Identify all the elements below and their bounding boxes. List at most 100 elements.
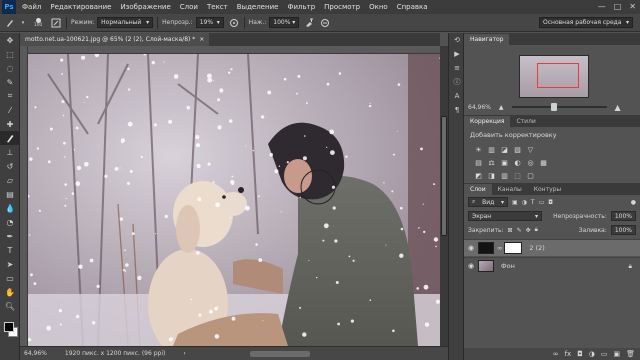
layer-opacity-field[interactable]: 100% <box>610 211 636 221</box>
black-white-icon[interactable]: ▣ <box>500 158 509 167</box>
opacity-field[interactable]: 19% ▾ <box>195 17 224 28</box>
layer-row[interactable]: ◉ Фон 🔒︎ <box>464 257 640 274</box>
tab-channels[interactable]: Каналы <box>492 184 528 195</box>
lock-pixels-icon[interactable]: ✎ <box>517 227 522 234</box>
new-group-icon[interactable]: ▭ <box>601 350 608 358</box>
lock-transparent-icon[interactable]: ⊠ <box>508 227 513 234</box>
filter-adjustment-icon[interactable]: ◑ <box>522 199 527 206</box>
menu-layers[interactable]: Слои <box>180 3 198 11</box>
brush-tool-preset-icon[interactable] <box>4 17 16 29</box>
blur-tool-icon[interactable]: 💧 <box>0 201 20 215</box>
curves-icon[interactable]: ◪ <box>500 145 509 154</box>
zoom-out-icon[interactable]: ▲ <box>499 104 504 111</box>
exposure-icon[interactable]: ▧ <box>513 145 522 154</box>
menu-help[interactable]: Справка <box>397 3 428 11</box>
invert-icon[interactable]: ◩ <box>474 171 483 180</box>
close-window-button[interactable]: ✕ <box>629 2 636 11</box>
document-canvas[interactable] <box>28 54 440 346</box>
quick-select-tool-icon[interactable]: ✎ <box>0 75 20 89</box>
color-lookup-icon[interactable]: ▦ <box>539 158 548 167</box>
eyedropper-tool-icon[interactable]: ⁄ <box>0 103 20 117</box>
visibility-eye-icon[interactable]: ◉ <box>464 244 478 252</box>
filter-pixel-icon[interactable]: ▣ <box>512 199 518 206</box>
new-layer-icon[interactable]: ▣ <box>613 350 620 358</box>
photo-filter-icon[interactable]: ◐ <box>513 158 522 167</box>
menu-select[interactable]: Выделение <box>237 3 279 11</box>
menu-file[interactable]: Файл <box>22 3 41 11</box>
add-mask-icon[interactable]: ◘ <box>577 350 583 358</box>
hand-tool-icon[interactable]: ✋ <box>0 285 20 299</box>
history-brush-tool-icon[interactable]: ↺ <box>0 159 20 173</box>
navigator-thumbnail[interactable] <box>519 55 589 98</box>
healing-brush-tool-icon[interactable]: ✚ <box>0 117 20 131</box>
lock-all-icon[interactable]: 🔒︎ <box>535 226 538 234</box>
shape-tool-icon[interactable]: ▭ <box>0 271 20 285</box>
dodge-tool-icon[interactable]: ◔ <box>0 215 20 229</box>
actions-panel-icon[interactable]: ▶ <box>449 47 465 61</box>
menu-image[interactable]: Изображение <box>120 3 170 11</box>
crop-tool-icon[interactable]: ⌗ <box>0 89 20 103</box>
navigator-view-box[interactable] <box>537 63 579 88</box>
minimize-button[interactable]: — <box>598 2 606 11</box>
menu-edit[interactable]: Редактирование <box>50 3 111 11</box>
layer-mask-thumbnail[interactable] <box>504 242 523 254</box>
document-tab[interactable]: motto.net.ua-100621.jpg @ 65% (2 (2), Сл… <box>20 33 210 46</box>
airbrush-icon[interactable] <box>303 17 315 29</box>
close-tab-icon[interactable]: × <box>199 36 204 43</box>
history-panel-icon[interactable]: ⟲ <box>449 33 465 47</box>
menu-view[interactable]: Просмотр <box>324 3 360 11</box>
tab-paths[interactable]: Контуры <box>528 184 567 195</box>
channel-mixer-icon[interactable]: ◎ <box>526 158 535 167</box>
selective-color-icon[interactable]: ⬚ <box>513 171 522 180</box>
vibrance-icon[interactable]: ▽ <box>526 145 535 154</box>
brush-size-icon[interactable]: 100 <box>30 17 46 29</box>
path-selection-tool-icon[interactable]: ➤ <box>0 257 20 271</box>
posterize-icon[interactable]: ◨ <box>487 171 496 180</box>
clone-stamp-tool-icon[interactable]: ⊥ <box>0 145 20 159</box>
horizontal-scrollbar[interactable] <box>250 351 310 357</box>
brush-panel-toggle-icon[interactable] <box>50 17 62 29</box>
gradient-map-icon[interactable]: ▢ <box>526 171 535 180</box>
character-panel-icon[interactable]: A <box>449 89 465 103</box>
menu-type[interactable]: Текст <box>207 3 228 11</box>
zoom-tool-icon[interactable]: 🔍︎ <box>0 299 20 313</box>
chevron-right-icon[interactable]: › <box>183 350 185 357</box>
workspace-select[interactable]: Основная рабочая среда ▾ <box>539 17 633 28</box>
blend-mode-select[interactable]: Экран ▾ <box>468 211 542 221</box>
pressure-opacity-icon[interactable] <box>228 17 240 29</box>
new-adjustment-layer-icon[interactable]: ◑ <box>589 350 595 358</box>
menu-filter[interactable]: Фильтр <box>287 3 315 11</box>
levels-icon[interactable]: ▥ <box>487 145 496 154</box>
layer-style-icon[interactable]: fx <box>565 350 572 358</box>
lasso-tool-icon[interactable]: ◌ <box>0 61 20 75</box>
mode-select[interactable]: Нормальный ▾ <box>97 17 154 28</box>
brush-tool-icon[interactable] <box>0 131 20 145</box>
visibility-eye-icon[interactable]: ◉ <box>464 262 478 270</box>
vertical-scrollbar[interactable] <box>440 46 448 346</box>
chevron-down-icon[interactable]: ▾ <box>20 17 26 29</box>
zoom-in-icon[interactable]: ▲ <box>615 103 621 112</box>
lock-position-icon[interactable]: ✥ <box>526 227 531 234</box>
gradient-tool-icon[interactable]: ▤ <box>0 187 20 201</box>
layer-row[interactable]: ◉ ∞ 2 (2) <box>464 239 640 256</box>
pressure-size-icon[interactable] <box>319 17 331 29</box>
info-panel-icon[interactable]: ⓘ <box>449 75 465 89</box>
brightness-contrast-icon[interactable]: ☀ <box>474 145 483 154</box>
flow-field[interactable]: 100% ▾ <box>269 17 300 28</box>
paragraph-panel-icon[interactable]: ¶ <box>449 103 465 117</box>
tab-styles[interactable]: Стили <box>510 116 541 127</box>
navigator-zoom-value[interactable]: 64,96% <box>468 104 491 111</box>
zoom-slider-handle[interactable] <box>551 103 558 111</box>
menu-window[interactable]: Окно <box>369 3 388 11</box>
filter-type-icon[interactable]: T <box>531 199 535 206</box>
maximize-button[interactable]: □ <box>614 2 622 11</box>
navigator-zoom-slider[interactable] <box>511 103 607 111</box>
filter-smart-icon[interactable]: ◘ <box>548 199 553 206</box>
link-layers-icon[interactable]: ∞ <box>553 350 559 358</box>
eraser-tool-icon[interactable]: ▱ <box>0 173 20 187</box>
move-tool-icon[interactable]: ✥ <box>0 33 20 47</box>
foreground-color-swatch[interactable] <box>4 322 14 332</box>
tab-navigator[interactable]: Навигатор <box>464 34 510 45</box>
zoom-level[interactable]: 64,96% <box>24 350 47 357</box>
hue-saturation-icon[interactable]: ▤ <box>474 158 483 167</box>
